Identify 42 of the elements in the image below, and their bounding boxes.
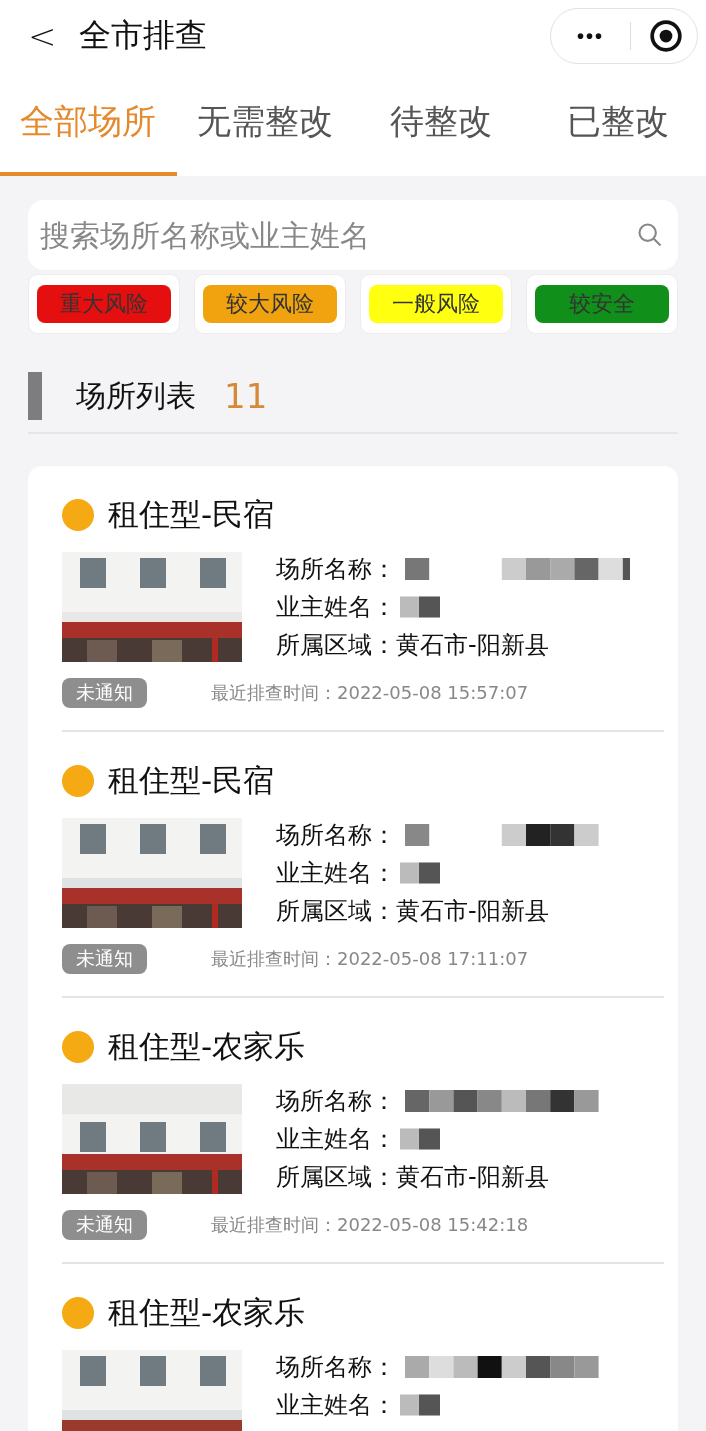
status-tag: 未通知 xyxy=(62,678,147,708)
place-type: 租住型-民宿 xyxy=(108,761,275,800)
section-marker xyxy=(28,372,42,420)
field-label: 场所名称： xyxy=(276,554,396,585)
status-tag: 未通知 xyxy=(62,944,147,974)
field-label: 业主姓名： xyxy=(276,592,396,623)
pixelated-redaction-drawing xyxy=(400,862,440,884)
field-label: 业主姓名： xyxy=(276,858,396,889)
field-label: 场所名称： xyxy=(276,1352,396,1383)
risk-filter-chip[interactable]: 一般风险 xyxy=(369,285,503,323)
region-value: 黄石市-阳新县 xyxy=(396,896,549,927)
status-tag: 未通知 xyxy=(62,1210,147,1240)
place-type: 租住型-农家乐 xyxy=(108,1027,306,1066)
close-icon[interactable] xyxy=(649,19,683,53)
pixelated-redaction-drawing xyxy=(400,1128,440,1150)
place-type: 租住型-农家乐 xyxy=(108,1293,306,1332)
pixelated-redaction-drawing xyxy=(400,596,440,618)
tab[interactable]: 无需整改 xyxy=(176,72,353,176)
more-button[interactable]: ••• xyxy=(569,24,612,48)
search-icon xyxy=(636,221,664,249)
list-count: 11 xyxy=(224,376,268,416)
field-label: 场所名称： xyxy=(276,1086,396,1117)
page-title: 全市排查 xyxy=(78,15,208,56)
field-label: 业主姓名： xyxy=(276,1390,396,1421)
field-label: 所属区域： xyxy=(276,630,396,661)
pixelated-redaction-drawing xyxy=(400,1394,440,1416)
back-button[interactable]: < xyxy=(18,16,67,56)
list-title: 场所列表 xyxy=(76,376,196,415)
tab[interactable]: 待整改 xyxy=(353,72,530,176)
inspection-time: 最近排查时间：2022-05-08 15:42:18 xyxy=(211,1213,529,1237)
inspection-time: 最近排查时间：2022-05-08 15:57:07 xyxy=(211,681,529,705)
field-label: 所属区域： xyxy=(276,1162,396,1193)
field-label: 场所名称： xyxy=(276,820,396,851)
search-field[interactable]: 搜索场所名称或业主姓名 xyxy=(28,200,678,270)
place-type: 租住型-民宿 xyxy=(108,495,275,534)
field-label: 所属区域： xyxy=(276,896,396,927)
field-label: 业主姓名： xyxy=(276,1124,396,1155)
region-value: 黄石市-阳新县 xyxy=(396,1162,549,1193)
inspection-time: 最近排查时间：2022-05-08 17:11:07 xyxy=(211,947,529,971)
tab[interactable]: 已整改 xyxy=(529,72,706,176)
region-value: 黄石市-阳新县 xyxy=(396,630,549,661)
risk-filter-chip[interactable]: 较大风险 xyxy=(203,285,337,323)
